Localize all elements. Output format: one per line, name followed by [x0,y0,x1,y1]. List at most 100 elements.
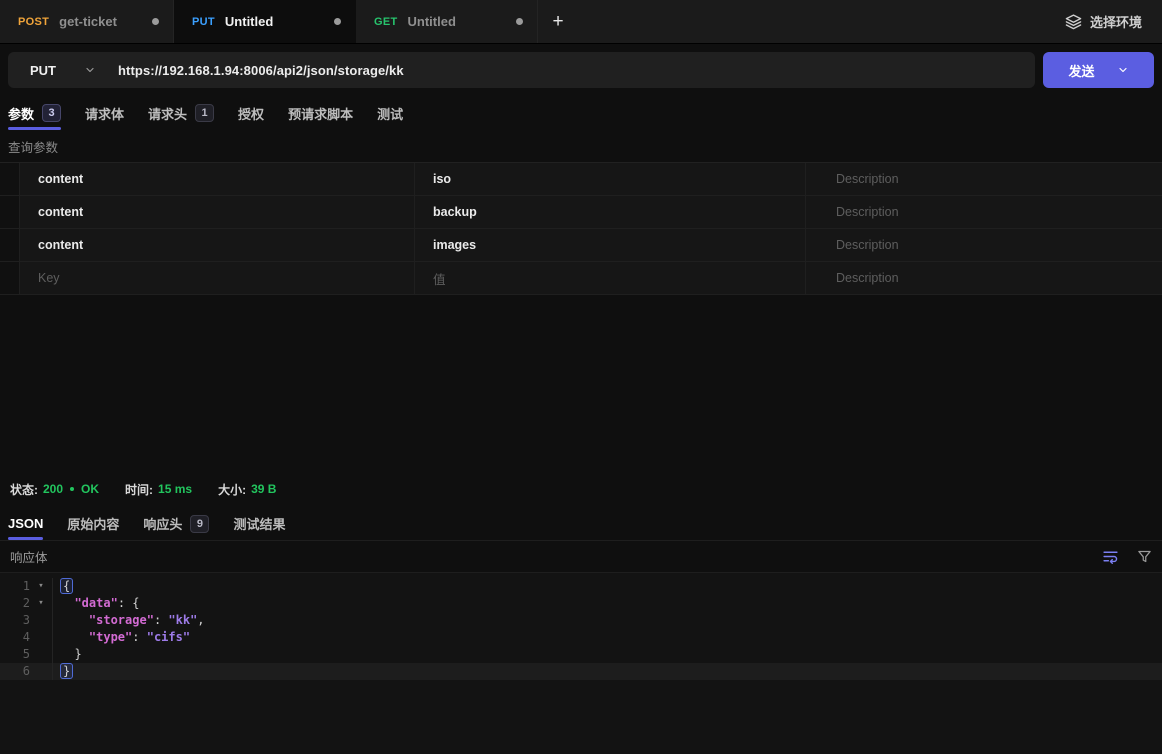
size-value: 39 B [251,482,276,496]
param-value-cell[interactable]: backup [415,196,806,228]
config-tab-2[interactable]: 请求头1 [148,96,214,130]
param-row-gutter[interactable] [0,163,20,195]
param-row-2: content images Description [0,229,1162,262]
url-input[interactable]: https://192.168.1.94:8006/api2/json/stor… [118,63,404,78]
config-tab-4[interactable]: 预请求脚本 [288,96,353,130]
param-key-cell[interactable]: content [20,229,415,261]
param-value-cell[interactable]: iso [415,163,806,195]
gutter-divider [52,663,53,680]
environment-selector[interactable]: 选择环境 [1045,0,1162,43]
response-tab-label: JSON [8,516,43,531]
token-brace-hl: { [60,578,73,594]
status-label: 状态: [10,481,38,498]
param-key-cell[interactable]: Key [20,262,415,294]
empty-area [0,295,1162,471]
token-plain [60,613,89,627]
gutter-divider [52,646,53,663]
unsaved-dot [152,18,159,25]
unsaved-dot [516,18,523,25]
param-row-gutter[interactable] [0,196,20,228]
line-number: 3 [0,612,30,629]
environment-label: 选择环境 [1090,12,1142,31]
token-key: "data" [74,596,117,610]
send-dropdown-chevron-icon[interactable] [1117,64,1129,76]
status-code-item: 状态: 200 OK [10,481,99,498]
param-key-value: content [38,172,83,186]
config-tab-5[interactable]: 测试 [377,96,403,130]
line-number: 2 [0,595,30,612]
response-tab-3[interactable]: 测试结果 [233,507,285,540]
response-tab-2[interactable]: 响应头9 [143,507,209,540]
param-description-cell[interactable]: Description [806,196,1162,228]
token-plain [60,630,89,644]
request-tab-method: GET [374,16,398,28]
param-description-cell[interactable]: Description [806,229,1162,261]
token-plain: } [60,647,82,661]
filter-icon[interactable] [1137,549,1152,564]
tab-strip: POSTget-ticket PUT Untitled GETUntitled [0,0,538,43]
gutter-divider [52,595,53,612]
token-string: "kk" [168,613,197,627]
token-brace-hl: } [60,663,73,679]
config-tab-label: 参数 [8,104,34,123]
param-row-3: Key 值 Description [0,262,1162,295]
param-row-1: contentbackupDescription [0,196,1162,229]
request-bar: PUT https://192.168.1.94:8006/api2/json/… [0,44,1162,96]
new-tab-button[interactable]: + [538,0,578,43]
config-tab-0[interactable]: 参数 3 [8,96,61,130]
code-line-3: 3 "storage": "kk", [0,612,1162,629]
request-tab-untitled-1[interactable]: PUT Untitled [174,0,356,43]
param-key-cell[interactable]: content [20,163,415,195]
param-value-cell[interactable]: images [415,229,806,261]
response-tabs: JSON 原始内容响应头9 测试结果 [0,507,1162,541]
param-row-gutter[interactable] [0,262,20,294]
param-row-gutter[interactable] [0,229,20,261]
status-dot [70,487,74,491]
param-value-cell[interactable]: 值 [415,262,806,294]
word-wrap-icon[interactable] [1102,548,1119,565]
query-params-table: contentisoDescriptioncontentbackupDescri… [0,162,1162,295]
send-button[interactable]: 发送 [1043,52,1154,88]
time-label: 时间: [125,481,153,498]
request-tab-title: get-ticket [59,14,117,29]
param-value-value: images [433,238,476,252]
param-description-placeholder: Description [836,172,899,186]
param-value-placeholder: 值 [433,269,446,288]
config-tab-label: 请求体 [85,104,124,123]
token-plain: : [132,630,146,644]
url-box: PUT https://192.168.1.94:8006/api2/json/… [8,52,1035,88]
config-tab-label: 请求头 [148,104,187,123]
method-select-value: PUT [30,63,56,78]
config-tab-3[interactable]: 授权 [238,96,264,130]
token-plain: , [197,613,204,627]
size-label: 大小: [218,481,246,498]
line-number: 6 [0,663,30,680]
fold-toggle-icon[interactable]: ▾ [30,595,52,612]
param-description-cell[interactable]: Description [806,262,1162,294]
request-tab-title: Untitled [225,14,273,29]
gutter-divider [52,612,53,629]
response-tab-1[interactable]: 原始内容 [67,507,119,540]
token-plain: : [154,613,168,627]
method-select[interactable]: PUT [8,63,118,78]
time-value: 15 ms [158,482,192,496]
topbar-spacer [578,0,1045,43]
config-tab-badge: 3 [42,104,61,122]
param-key-cell[interactable]: content [20,196,415,228]
param-description-cell[interactable]: Description [806,163,1162,195]
fold-toggle-icon[interactable]: ▾ [30,578,52,595]
code-text: "type": "cifs" [60,629,190,646]
param-row-0: content iso Description [0,163,1162,196]
code-line-6: 6} [0,663,1162,680]
config-tab-label: 授权 [238,104,264,123]
response-time-item: 时间: 15 ms [125,481,192,498]
response-tab-0[interactable]: JSON [8,507,43,540]
request-tab-method: PUT [192,16,215,28]
code-line-2: 2▾ "data": { [0,595,1162,612]
param-key-placeholder: Key [38,271,60,285]
request-tab-untitled-2[interactable]: GETUntitled [356,0,538,43]
request-tab-get-ticket-0[interactable]: POSTget-ticket [0,0,174,43]
code-line-4: 4 "type": "cifs" [0,629,1162,646]
config-tab-1[interactable]: 请求体 [85,96,124,130]
code-text: "data": { [60,595,140,612]
